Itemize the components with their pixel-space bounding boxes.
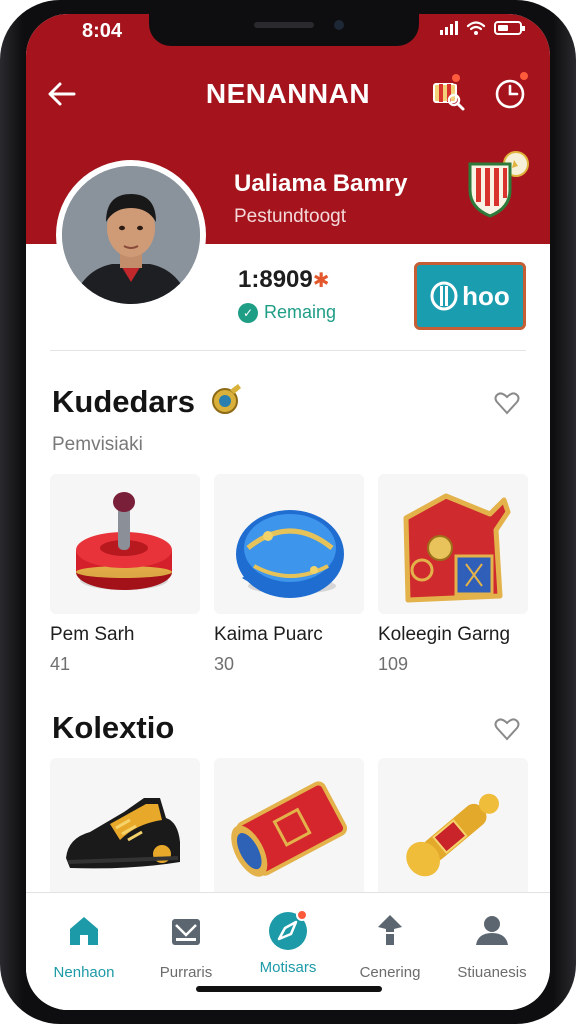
home-icon — [70, 917, 98, 945]
home-indicator — [196, 986, 382, 992]
tab-label: Cenering — [359, 964, 421, 981]
tab-explore[interactable]: Motisars — [240, 909, 336, 976]
profile-name: Ualiama Bamry — [234, 170, 408, 197]
tab-profile[interactable]: Stiuanesis — [444, 911, 540, 981]
item-card[interactable]: Kaima Puarc 30 — [214, 474, 364, 675]
compass-button — [268, 909, 308, 951]
medal-icon — [211, 384, 241, 414]
shield-badge-icon[interactable] — [462, 150, 534, 220]
gold-scroll-icon — [406, 793, 500, 877]
item-thumb — [50, 474, 200, 614]
screen: 8:04 NENANNAN Ualiama Bamry Pestundtoogt… — [26, 14, 550, 1010]
tab-label: Nenhaon — [53, 964, 115, 981]
treasure-box-icon — [403, 493, 511, 603]
collection-item[interactable] — [214, 758, 364, 898]
profile-subtitle: Pestundtoogt — [234, 206, 346, 227]
notification-dot — [296, 909, 308, 921]
item-thumb — [378, 474, 528, 614]
camera — [334, 20, 344, 30]
back-arrow-icon[interactable] — [44, 76, 80, 112]
tab-label: Purraris — [159, 964, 213, 981]
tab-bar: Nenhaon Purraris Motisars Cenering Stiua… — [26, 892, 550, 1010]
notch — [149, 14, 419, 46]
person-portrait-icon — [62, 166, 200, 304]
drum-icon — [231, 781, 348, 877]
battery-icon — [494, 21, 525, 35]
tab-label: Motisars — [259, 959, 317, 976]
tab-label: Stiuanesis — [457, 964, 527, 981]
wifi-icon — [466, 21, 486, 35]
inbox-icon — [172, 919, 200, 945]
item-count: 109 — [378, 654, 409, 674]
phone-frame: 8:04 NENANNAN Ualiama Bamry Pestundtoogt… — [0, 0, 576, 1024]
item-name: Pem Sarh — [50, 624, 135, 645]
history-button[interactable] — [492, 70, 532, 112]
cta-label: hoo — [462, 280, 510, 311]
item-name: Koleegin Garng — [378, 624, 511, 645]
points-label: ✓ Remaing — [238, 302, 336, 323]
notification-dot — [450, 72, 462, 84]
section-title-featured: Kudedars — [52, 382, 244, 420]
tab-home[interactable]: Nenhaon — [36, 911, 132, 981]
blue-orb-icon — [236, 510, 344, 598]
spinning-top-icon — [76, 492, 172, 590]
speaker — [254, 22, 314, 28]
page-title: NENANNAN — [205, 78, 371, 109]
collection-item[interactable] — [50, 758, 200, 898]
item-card[interactable]: Pem Sarh 41 — [50, 474, 200, 675]
item-count: 41 — [50, 654, 71, 674]
status-time: 8:04 — [82, 20, 123, 42]
points-label-text: Remaing — [264, 302, 337, 322]
notification-dot — [518, 70, 530, 82]
heart-icon[interactable] — [492, 714, 522, 744]
tab-inbox[interactable]: Purraris — [138, 911, 234, 981]
check-circle-icon: ✓ — [238, 302, 258, 323]
pin-icon — [378, 915, 402, 945]
item-count: 30 — [214, 654, 235, 674]
section-subtitle-featured: Pemvisiaki — [52, 434, 143, 455]
signal-icon — [440, 21, 458, 35]
points-value: 1:8909✱ — [238, 266, 330, 293]
section-title-collection: Kolextio — [52, 710, 175, 745]
cta-button[interactable]: hoo — [414, 262, 526, 330]
gift-search-icon — [433, 83, 465, 111]
avatar[interactable] — [56, 160, 206, 310]
status-icons — [440, 20, 525, 36]
item-thumb — [214, 474, 364, 614]
item-card[interactable]: Koleegin Garng 109 — [378, 474, 528, 675]
heart-icon[interactable] — [492, 388, 522, 418]
avatar-photo — [62, 166, 200, 304]
divider — [50, 350, 526, 351]
sneaker-icon — [66, 798, 180, 869]
gift-search-button[interactable] — [428, 72, 468, 112]
tab-location[interactable]: Cenering — [342, 911, 438, 981]
user-icon — [476, 916, 508, 945]
tag-icon — [430, 281, 458, 311]
item-name: Kaima Puarc — [214, 624, 323, 645]
flame-icon: ✱ — [312, 270, 330, 292]
collection-item[interactable] — [378, 758, 528, 898]
